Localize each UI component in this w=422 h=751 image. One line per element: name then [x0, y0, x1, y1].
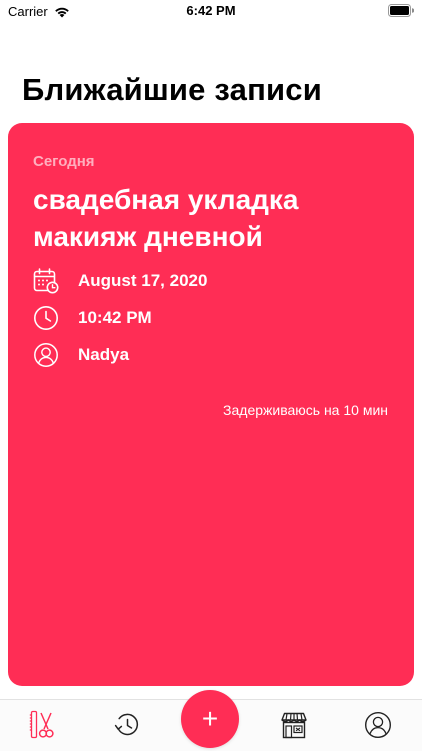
appointment-time: 10:42 PM [78, 308, 152, 327]
tab-services[interactable] [27, 710, 57, 740]
appointment-client-row: Nadya [33, 342, 129, 368]
appointment-time-row: 10:42 PM [33, 305, 152, 331]
status-right [388, 4, 415, 22]
appointment-day-label: Сегодня [33, 153, 95, 170]
tab-shop[interactable] [279, 710, 309, 740]
service-name: свадебная укладка [33, 184, 299, 215]
clock-icon [34, 306, 58, 330]
delay-button[interactable]: Задерживаюсь на 10 мин [223, 402, 388, 418]
appointment-date: August 17, 2020 [78, 271, 208, 290]
clock-history-icon [114, 713, 139, 736]
appointment-client: Nadya [78, 345, 130, 364]
appointment-card[interactable]: Сегодня свадебная укладка макияж дневной… [8, 123, 414, 686]
battery-icon [388, 4, 415, 17]
shop-icon [281, 712, 307, 739]
status-bar: Carrier 6:42 PM [0, 0, 422, 24]
add-appointment-button[interactable]: + [181, 690, 239, 748]
add-icon: + [201, 703, 219, 734]
tab-profile[interactable] [363, 710, 393, 740]
tab-history[interactable] [112, 710, 142, 740]
appointment-services: свадебная укладка макияж дневной [33, 181, 393, 255]
status-time: 6:42 PM [186, 3, 236, 18]
calendar-clock-icon [33, 268, 59, 294]
appointment-date-row: August 17, 2020 [33, 268, 207, 294]
user-icon [34, 343, 58, 367]
scissors-comb-icon [29, 710, 54, 739]
service-name: макияж дневной [33, 221, 263, 252]
page-title: Ближайшие записи [22, 72, 322, 107]
profile-icon [364, 711, 392, 739]
